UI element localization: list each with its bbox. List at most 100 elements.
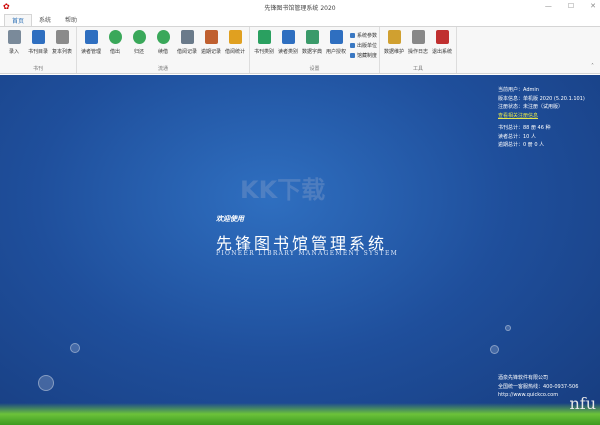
ribbon-small-button[interactable]: 系统参数: [350, 32, 377, 39]
grass-decoration: [0, 403, 600, 425]
ribbon-small-icon: [350, 43, 355, 48]
ribbon-button-label: 录入: [8, 49, 19, 55]
ribbon-button-label: 借阅记录: [176, 49, 197, 55]
ribbon-button-label: 书刊目录: [27, 49, 48, 55]
ribbon-button[interactable]: 续借: [152, 30, 174, 55]
ribbon-small-button[interactable]: 出版单位: [350, 42, 377, 49]
website-link[interactable]: http://www.quickco.com: [498, 391, 578, 400]
ribbon-button-label: 数据字典: [301, 49, 322, 55]
ribbon-button-icon: [204, 30, 218, 44]
ribbon-button-label: 借阅统计: [224, 49, 245, 55]
ribbon-small-icon: [350, 33, 355, 38]
ribbon-button-icon: [329, 30, 343, 44]
ribbon-button-icon: [180, 30, 194, 44]
ribbon-tabs: 首页 系统 帮助: [0, 14, 600, 26]
ribbon-button-icon: [156, 30, 170, 44]
ribbon-group-name: 设置: [309, 66, 320, 72]
ribbon-button-label: 用户授权: [325, 49, 346, 55]
version-info: 版本信息：单机版 2020 (5.20.1.101): [498, 95, 585, 102]
title-bar: ✿ 先锋图书馆管理系统 2020 — ☐ ✕: [0, 0, 600, 14]
ribbon-button-label: 读者类别: [277, 49, 298, 55]
ribbon-button-label: 借出: [109, 49, 120, 55]
ribbon-button[interactable]: 读者管理: [80, 30, 102, 55]
hotline: 全国统一客服热线：400-0937-506: [498, 383, 579, 390]
ribbon-button-label: 退出系统: [432, 49, 453, 55]
ribbon-button-label: 续借: [157, 49, 168, 55]
info-panel: 当前用户：Admin 版本信息：单机版 2020 (5.20.1.101) 注册…: [498, 86, 585, 150]
ribbon: 录入 书刊目录 复本列表书刊 读者管理 借出 归还 续借 借阅记录 逾期记录 借阅统计流通 书刊类别…: [0, 26, 600, 74]
welcome-text: 欢迎使用: [216, 215, 244, 223]
ribbon-button[interactable]: 书刊目录: [27, 30, 49, 55]
ribbon-button[interactable]: 录入: [3, 30, 25, 55]
ribbon-button-icon: [84, 30, 98, 44]
ribbon-button[interactable]: 借出: [104, 30, 126, 55]
tab-system[interactable]: 系统: [32, 14, 58, 26]
registration-link[interactable]: 查看相关注册信息: [498, 112, 585, 121]
ribbon-button[interactable]: 数据字典: [301, 30, 323, 55]
company-name: 酒泉先锋软件有限公司: [498, 375, 549, 381]
ribbon-button-icon: [132, 30, 146, 44]
ribbon-button-label: 书刊类别: [253, 49, 274, 55]
ribbon-button-label: 归还: [133, 49, 144, 55]
ribbon-button[interactable]: 数据维护: [383, 30, 405, 55]
tab-help[interactable]: 帮助: [58, 14, 84, 26]
footer-info: 酒泉先锋软件有限公司 全国统一客服热线：400-0937-506 http://…: [498, 374, 578, 400]
ribbon-group: 录入 书刊目录 复本列表书刊: [0, 27, 77, 73]
ribbon-button[interactable]: 用户授权: [325, 30, 347, 55]
ribbon-button-label: 逾期记录: [200, 49, 221, 55]
ribbon-button-label: 读者管理: [80, 49, 101, 55]
registration-status: 注册状态：未注册（试用版）: [498, 104, 564, 110]
tab-home[interactable]: 首页: [4, 14, 33, 26]
ribbon-button-label: 操作日志: [408, 49, 429, 55]
ribbon-button[interactable]: 归还: [128, 30, 150, 55]
ribbon-button[interactable]: 操作日志: [407, 30, 429, 55]
main-area: KK下载 欢迎使用 先锋图书馆管理系统 PIONEER LIBRARY MANA…: [0, 75, 600, 425]
watermark: KK下载: [240, 176, 326, 204]
ribbon-button[interactable]: 书刊类别: [253, 30, 275, 55]
ribbon-group-name: 流通: [157, 66, 168, 72]
close-button[interactable]: ✕: [590, 2, 596, 10]
ribbon-button[interactable]: 退出系统: [431, 30, 453, 55]
ribbon-button-icon: [7, 30, 21, 44]
ribbon-button-icon: [108, 30, 122, 44]
bubble-decoration: [505, 325, 511, 331]
ribbon-small-label: 系统参数: [357, 33, 378, 39]
ribbon-group: 数据维护 操作日志 退出系统工具: [380, 27, 458, 73]
books-total: 书刊总计：88 册 46 种: [498, 125, 551, 131]
collapse-ribbon-button[interactable]: ˄: [591, 63, 594, 70]
ribbon-group: 书刊类别 读者类别 数据字典 用户授权 系统参数出版单位馆藏制度设置: [250, 27, 381, 73]
ribbon-button-icon: [411, 30, 425, 44]
ribbon-button[interactable]: 读者类别: [277, 30, 299, 55]
ribbon-small-icon: [350, 53, 355, 58]
bubble-decoration: [490, 345, 499, 354]
ribbon-small-label: 出版单位: [357, 43, 378, 49]
ribbon-button-icon: [257, 30, 271, 44]
ribbon-button-icon: [387, 30, 401, 44]
ribbon-group: 读者管理 借出 归还 续借 借阅记录 逾期记录 借阅统计流通: [77, 27, 250, 73]
ribbon-button-icon: [228, 30, 242, 44]
minimize-button[interactable]: —: [545, 2, 552, 10]
window-title: 先锋图书馆管理系统 2020: [264, 4, 336, 12]
app-subtitle: PIONEER LIBRARY MANAGEMENT SYSTEM: [216, 250, 399, 257]
ribbon-group-name: 工具: [413, 66, 424, 72]
ribbon-button-icon: [281, 30, 295, 44]
ribbon-small-button[interactable]: 馆藏制度: [350, 52, 377, 59]
app-logo-icon: ✿: [3, 2, 10, 11]
ribbon-button-icon: [305, 30, 319, 44]
ribbon-small-label: 馆藏制度: [357, 53, 378, 59]
ribbon-button-icon: [31, 30, 45, 44]
ribbon-button-label: 数据维护: [384, 49, 405, 55]
bubble-decoration: [70, 343, 80, 353]
bubble-decoration: [38, 375, 54, 391]
ribbon-button-icon: [55, 30, 69, 44]
ribbon-group-name: 书刊: [32, 66, 43, 72]
corner-mark: nfu: [569, 394, 596, 413]
maximize-button[interactable]: ☐: [568, 2, 574, 10]
readers-total: 读者总计：10 人: [498, 133, 536, 140]
ribbon-button[interactable]: 借阅统计: [224, 30, 246, 55]
ribbon-button[interactable]: 借阅记录: [176, 30, 198, 55]
ribbon-button-icon: [435, 30, 449, 44]
ribbon-button[interactable]: 逾期记录: [200, 30, 222, 55]
ribbon-button[interactable]: 复本列表: [51, 30, 73, 55]
ribbon-button-label: 复本列表: [51, 49, 72, 55]
